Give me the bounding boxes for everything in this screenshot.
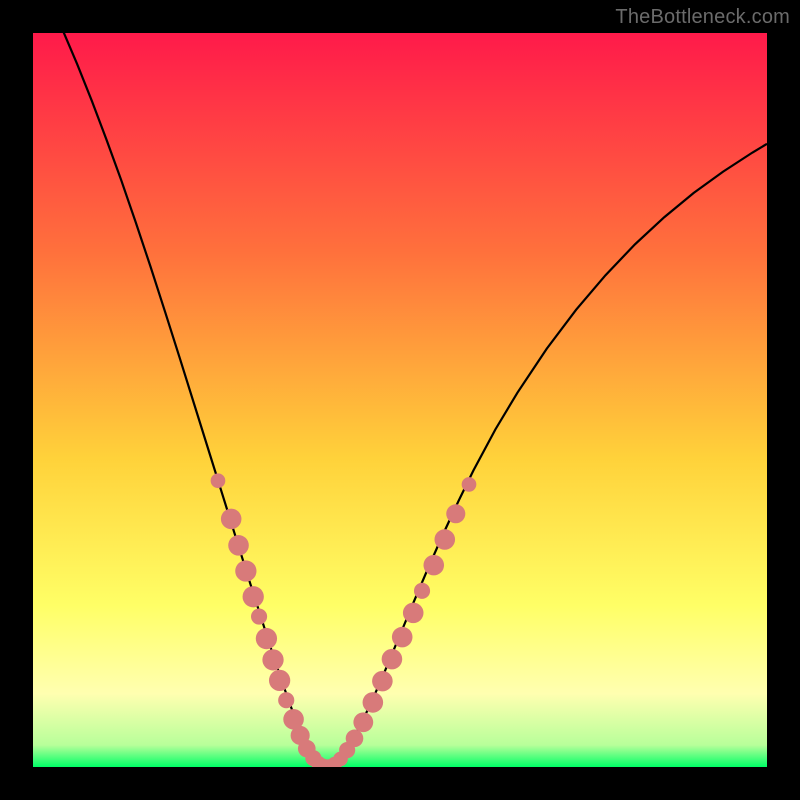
bead-point	[278, 692, 294, 708]
bead-point	[392, 627, 413, 648]
bottleneck-chart	[0, 0, 800, 800]
bead-point	[262, 649, 283, 670]
bead-point	[346, 730, 364, 748]
bead-point	[423, 555, 444, 576]
bead-point	[403, 603, 424, 624]
bead-point	[414, 583, 430, 599]
bead-point	[462, 477, 477, 492]
bead-point	[235, 560, 256, 581]
bead-point	[434, 529, 455, 550]
chart-container: TheBottleneck.com	[0, 0, 800, 800]
bead-point	[446, 504, 465, 523]
bead-point	[221, 509, 242, 530]
bead-point	[372, 671, 393, 692]
bead-point	[353, 712, 373, 732]
watermark-text: TheBottleneck.com	[615, 6, 790, 29]
bead-point	[228, 535, 249, 556]
bead-point	[243, 586, 264, 607]
bead-point	[251, 608, 267, 624]
bead-point	[211, 473, 226, 488]
bead-point	[269, 670, 290, 691]
bead-point	[363, 692, 384, 713]
bead-point	[382, 649, 403, 670]
bead-point	[256, 628, 277, 649]
